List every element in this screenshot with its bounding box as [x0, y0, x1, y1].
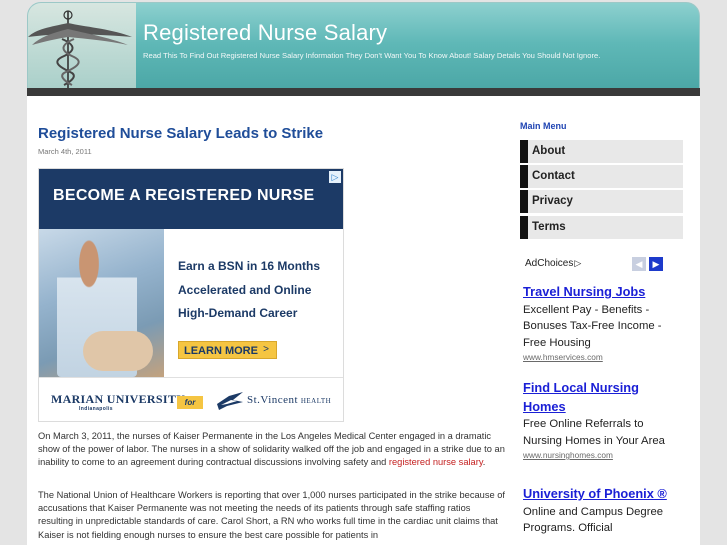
ad-info-icon[interactable]: ▷: [329, 171, 341, 183]
text-ad-description: Online and Campus Degree Programs. Offic…: [523, 505, 664, 535]
text-ad-description: Excellent Pay - Benefits - Bonuses Tax-F…: [523, 303, 662, 349]
adchoices-link[interactable]: AdChoices▷: [525, 258, 581, 269]
menu-item-about[interactable]: About: [520, 140, 683, 163]
article-paragraph-2: The National Union of Healthcare Workers…: [38, 490, 505, 540]
patient-figure: [83, 331, 153, 371]
post-title[interactable]: Registered Nurse Salary Leads to Strike: [38, 125, 323, 142]
ad-next-button[interactable]: ▶: [649, 257, 663, 271]
menu-item-privacy[interactable]: Privacy: [520, 190, 683, 213]
paragraph-1-end: .: [482, 457, 486, 468]
learn-more-label: LEARN MORE: [184, 345, 258, 357]
ad-headline-banner: BECOME A REGISTERED NURSE: [39, 169, 343, 229]
main-menu-heading: Main Menu: [520, 121, 567, 131]
ad-nurse-photo: [39, 229, 164, 377]
text-ad-url[interactable]: www.nursinghomes.com: [523, 449, 683, 462]
ad-footer: MARIAN UNIVERSITY Indianapolis for St.Vi…: [39, 377, 343, 421]
ad-line-2: Accelerated and Online: [178, 283, 312, 297]
marian-university-logo: MARIAN UNIVERSITY: [51, 392, 186, 406]
text-ad-title[interactable]: Travel Nursing Jobs: [523, 283, 683, 302]
ad-line-1: Earn a BSN in 16 Months: [178, 259, 321, 273]
adchoices-label: AdChoices: [525, 258, 574, 269]
ad-for-badge: for: [177, 396, 203, 409]
article-paragraph-1: On March 3, 2011, the nurses of Kaiser P…: [38, 430, 508, 470]
banner-ad[interactable]: BECOME A REGISTERED NURSE ▷ Earn a BSN i…: [38, 168, 344, 422]
caduceus-logo-icon[interactable]: [28, 9, 134, 91]
ad-prev-button[interactable]: ◀: [632, 257, 646, 271]
site-title[interactable]: Registered Nurse Salary: [143, 20, 387, 46]
ad-body: Earn a BSN in 16 Months Accelerated and …: [164, 229, 343, 377]
text-ad: Travel Nursing Jobs Excellent Pay - Bene…: [523, 283, 683, 364]
dove-logo-icon: [217, 392, 243, 410]
menu-item-terms[interactable]: Terms: [520, 216, 683, 239]
marian-university-subtitle: Indianapolis: [79, 406, 113, 412]
ad-headline: BECOME A REGISTERED NURSE: [53, 187, 315, 204]
menu-item-contact[interactable]: Contact: [520, 165, 683, 188]
text-ad: University of Phoenix ® Online and Campu…: [523, 485, 683, 537]
arrow-right-icon: >: [263, 344, 269, 355]
post-date: March 4th, 2011: [38, 147, 92, 156]
text-ad: Find Local Nursing Homes Free Online Ref…: [523, 379, 683, 462]
ad-line-3: High-Demand Career: [178, 306, 298, 320]
text-ad-url[interactable]: www.hmservices.com: [523, 351, 683, 364]
text-ad-title[interactable]: Find Local Nursing Homes: [523, 379, 683, 416]
learn-more-button[interactable]: LEARN MORE >: [178, 341, 277, 359]
st-vincent-logo: St.Vincent HEALTH: [247, 394, 331, 406]
st-vincent-name: St.Vincent: [247, 394, 299, 406]
site-tagline: Read This To Find Out Registered Nurse S…: [143, 51, 601, 60]
content-container: Registered Nurse Salary Leads to Strike …: [27, 96, 700, 545]
site-header: Registered Nurse Salary Read This To Fin…: [27, 2, 700, 93]
st-vincent-health: HEALTH: [300, 397, 332, 405]
registered-nurse-salary-link[interactable]: registered nurse salary: [389, 457, 483, 467]
header-divider-bar: [27, 88, 700, 96]
text-ad-description: Free Online Referrals to Nursing Homes i…: [523, 418, 665, 447]
text-ad-title[interactable]: University of Phoenix ®: [523, 485, 683, 504]
adchoices-icon: ▷: [574, 258, 582, 268]
